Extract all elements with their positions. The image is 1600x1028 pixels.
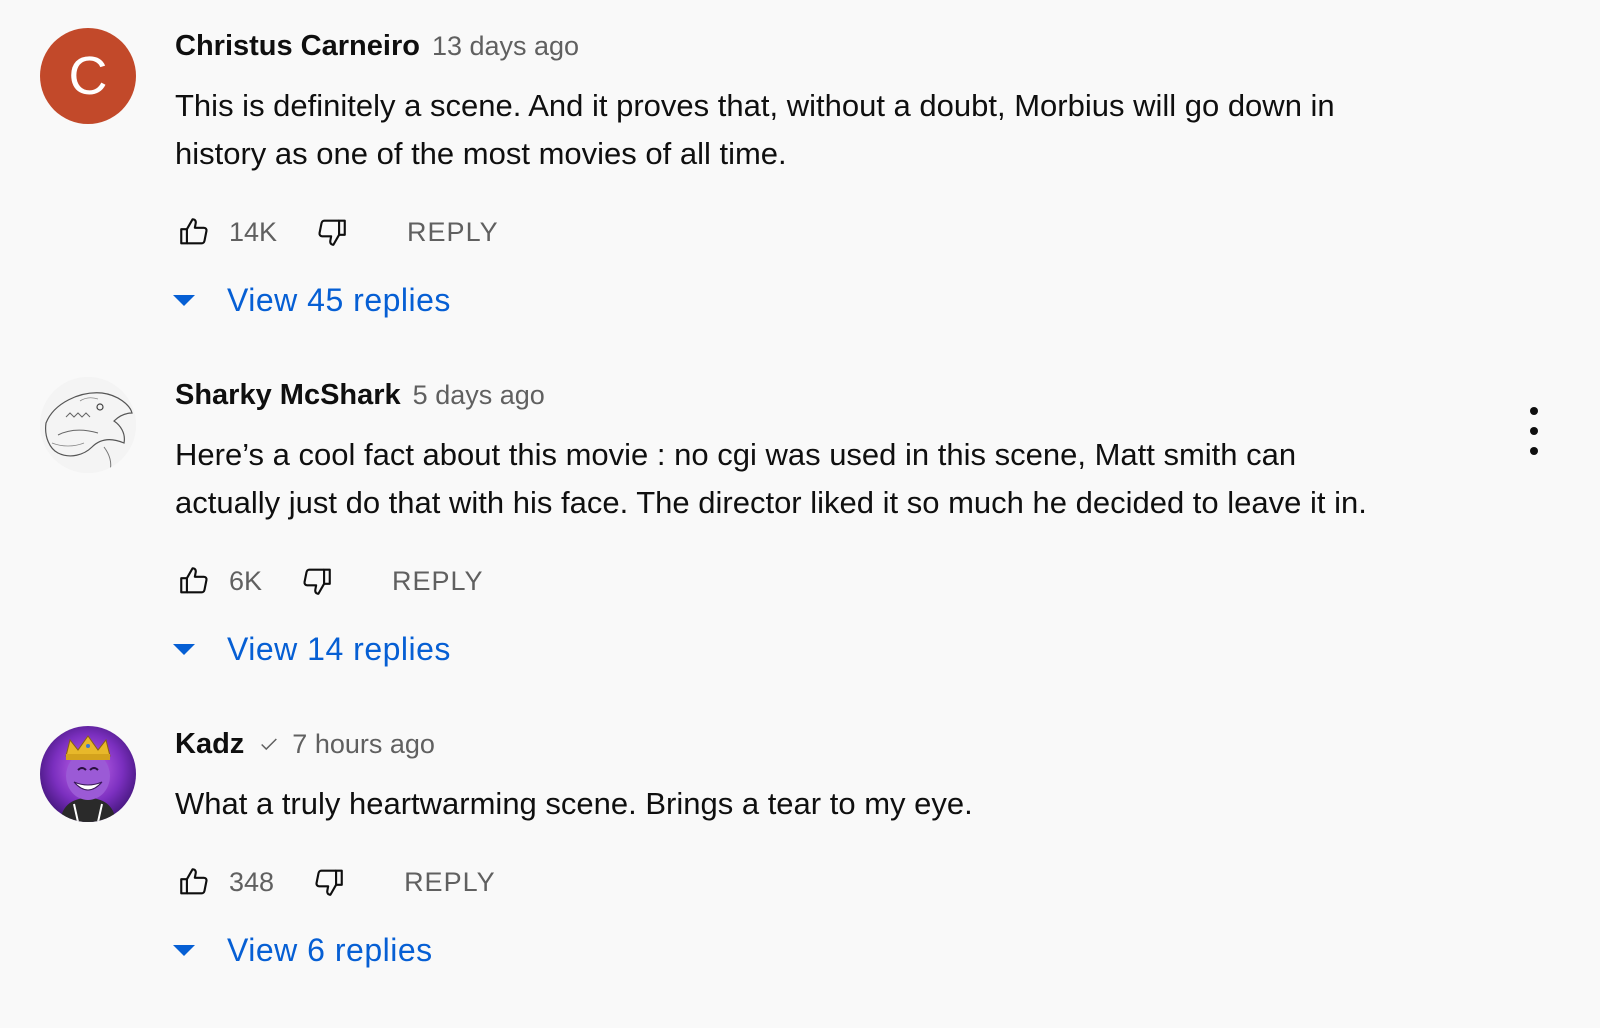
view-replies-button[interactable]: View 45 replies — [173, 278, 1540, 322]
thumbs-up-icon — [180, 218, 208, 245]
comment-body: Kadz 7 hours ago What a truly heartwarmi… — [173, 726, 1540, 972]
comment-header: Sharky McShark 5 days ago — [175, 379, 1540, 419]
comment-time[interactable]: 13 days ago — [432, 31, 579, 62]
dislike-button[interactable] — [313, 213, 351, 251]
comment-text: Here’s a cool fact about this movie : no… — [175, 437, 1367, 520]
view-replies-label: View 6 replies — [227, 931, 433, 968]
thumbs-down-icon — [318, 219, 346, 246]
thumbs-down-icon — [315, 869, 343, 896]
comment-body: Christus Carneiro 13 days ago This is de… — [173, 28, 1540, 322]
comment-text: What a truly heartwarming scene. Brings … — [175, 786, 973, 821]
author-name[interactable]: Kadz — [175, 728, 244, 761]
verified-check-icon — [261, 738, 278, 751]
comment-time[interactable]: 5 days ago — [413, 380, 545, 411]
avatar[interactable]: C — [40, 28, 136, 124]
caret-down-icon — [173, 294, 195, 306]
like-button[interactable] — [175, 562, 213, 600]
comment-body: Sharky McShark 5 days ago Here’s a cool … — [173, 377, 1540, 671]
avatar[interactable] — [40, 377, 136, 473]
comment-header: Christus Carneiro 13 days ago — [175, 30, 1540, 70]
comment-actions: 14K REPLY — [175, 212, 1540, 252]
comment-text: This is definitely a scene. And it prove… — [175, 88, 1335, 171]
reply-button[interactable]: REPLY — [404, 867, 496, 898]
view-replies-button[interactable]: View 6 replies — [173, 928, 1540, 972]
author-name[interactable]: Christus Carneiro — [175, 30, 420, 63]
comment-time[interactable]: 7 hours ago — [292, 729, 435, 760]
more-actions-button[interactable] — [1524, 407, 1544, 455]
comments-section: C Christus Carneiro 13 days ago This is … — [0, 0, 1600, 1028]
like-button[interactable] — [175, 213, 213, 251]
avatar-letter: C — [68, 46, 108, 106]
dislike-button[interactable] — [310, 863, 348, 901]
thumbs-up-icon — [180, 868, 208, 895]
caret-down-icon — [173, 643, 195, 655]
like-count: 348 — [229, 866, 275, 897]
view-replies-label: View 14 replies — [227, 630, 451, 667]
reply-button[interactable]: REPLY — [407, 217, 499, 248]
like-button[interactable] — [175, 863, 213, 901]
thumbs-up-icon — [180, 567, 208, 594]
comment-header: Kadz 7 hours ago — [175, 728, 1540, 768]
thumbs-down-icon — [303, 568, 331, 595]
view-replies-label: View 45 replies — [227, 281, 451, 318]
view-replies-button[interactable]: View 14 replies — [173, 627, 1540, 671]
crowned-character-avatar-icon — [40, 726, 136, 822]
comment-actions: 6K REPLY — [175, 561, 1540, 601]
shark-sketch-avatar-icon — [40, 377, 136, 473]
comment-actions: 348 REPLY — [175, 862, 1540, 902]
dislike-button[interactable] — [298, 562, 336, 600]
caret-down-icon — [173, 944, 195, 956]
reply-button[interactable]: REPLY — [392, 566, 484, 597]
like-count: 14K — [229, 216, 278, 247]
like-count: 6K — [229, 565, 263, 596]
author-name[interactable]: Sharky McShark — [175, 379, 401, 412]
avatar[interactable] — [40, 726, 136, 822]
more-vert-icon — [1530, 407, 1538, 415]
